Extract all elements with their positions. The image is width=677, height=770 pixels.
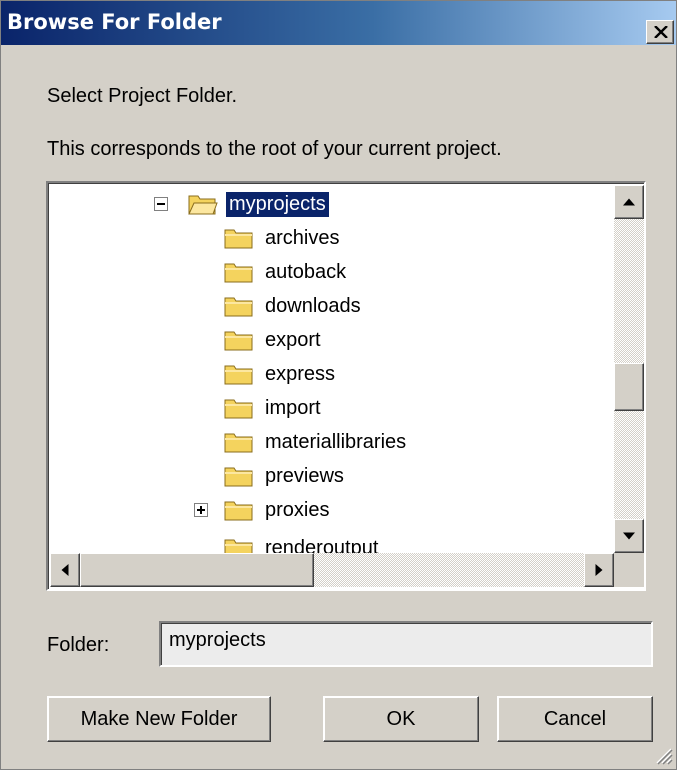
tree-item-export[interactable]: export — [224, 323, 324, 357]
arrow-up-icon — [623, 198, 635, 206]
folder-icon — [224, 539, 253, 553]
tree-item-materiallibraries[interactable]: materiallibraries — [224, 425, 409, 459]
horizontal-scroll-thumb[interactable] — [80, 553, 314, 587]
prompt-text: Select Project Folder. — [47, 85, 238, 107]
arrow-down-icon — [623, 532, 635, 540]
tree-item-label: express — [265, 362, 336, 385]
title-bar[interactable]: Browse For Folder — [1, 1, 676, 45]
horizontal-scrollbar[interactable] — [50, 553, 614, 587]
collapse-expander-icon[interactable] — [154, 197, 168, 211]
tree-item-label: renderoutput — [265, 536, 379, 554]
vertical-scrollbar[interactable] — [614, 185, 644, 553]
tree-item-label: import — [265, 396, 321, 419]
expand-expander-icon[interactable] — [194, 503, 208, 517]
tree-item-autoback[interactable]: autoback — [224, 255, 349, 289]
tree-item-proxies[interactable]: proxies — [224, 493, 332, 527]
scroll-down-button[interactable] — [614, 519, 644, 553]
tree-item-express[interactable]: express — [224, 357, 338, 391]
tree-item-label: materiallibraries — [265, 430, 407, 453]
browse-for-folder-dialog: Browse For Folder Select Project Folder.… — [0, 0, 677, 770]
folder-label: Folder: — [47, 634, 110, 656]
tree-item-previews[interactable]: previews — [224, 459, 347, 493]
folder-icon — [224, 331, 253, 351]
open-folder-icon — [188, 195, 218, 215]
scroll-left-button[interactable] — [50, 553, 80, 587]
tree-item-archives[interactable]: archives — [224, 221, 342, 255]
tree-item-label: archives — [265, 226, 340, 249]
tree-viewport: myprojects archives autoback downloads e… — [50, 185, 614, 553]
folder-input[interactable]: myprojects — [159, 621, 653, 667]
folder-icon — [224, 433, 253, 453]
folder-icon — [224, 467, 253, 487]
description-text: This corresponds to the root of your cur… — [47, 138, 502, 160]
make-new-folder-button[interactable]: Make New Folder — [47, 696, 271, 742]
tree-item-label: autoback — [265, 260, 347, 283]
tree-item-label: myprojects — [225, 190, 330, 218]
folder-icon — [224, 399, 253, 419]
close-icon — [654, 26, 668, 38]
arrow-left-icon — [61, 564, 69, 576]
close-button[interactable] — [646, 20, 674, 44]
scrollbar-corner — [614, 553, 644, 587]
vertical-scroll-thumb[interactable] — [614, 363, 644, 411]
tree-item-label: proxies — [265, 498, 330, 521]
ok-button[interactable]: OK — [323, 696, 479, 742]
tree-item-renderoutput[interactable]: renderoutput — [224, 531, 381, 553]
tree-item-label: downloads — [265, 294, 361, 317]
cancel-button[interactable]: Cancel — [497, 696, 653, 742]
scroll-right-button[interactable] — [584, 553, 614, 587]
folder-tree: myprojects archives autoback downloads e… — [46, 181, 646, 591]
tree-item-label: previews — [265, 464, 344, 487]
tree-item-import[interactable]: import — [224, 391, 324, 425]
window-title: Browse For Folder — [7, 10, 222, 34]
arrow-right-icon — [595, 564, 603, 576]
folder-icon — [224, 365, 253, 385]
folder-icon — [224, 229, 253, 249]
tree-item-label: export — [265, 328, 321, 351]
folder-icon — [224, 263, 253, 283]
tree-item-myprojects[interactable]: myprojects — [188, 187, 330, 221]
tree-item-downloads[interactable]: downloads — [224, 289, 364, 323]
folder-icon — [224, 297, 253, 317]
folder-icon — [224, 501, 253, 521]
scroll-up-button[interactable] — [614, 185, 644, 219]
resize-grip-icon[interactable] — [651, 743, 673, 765]
